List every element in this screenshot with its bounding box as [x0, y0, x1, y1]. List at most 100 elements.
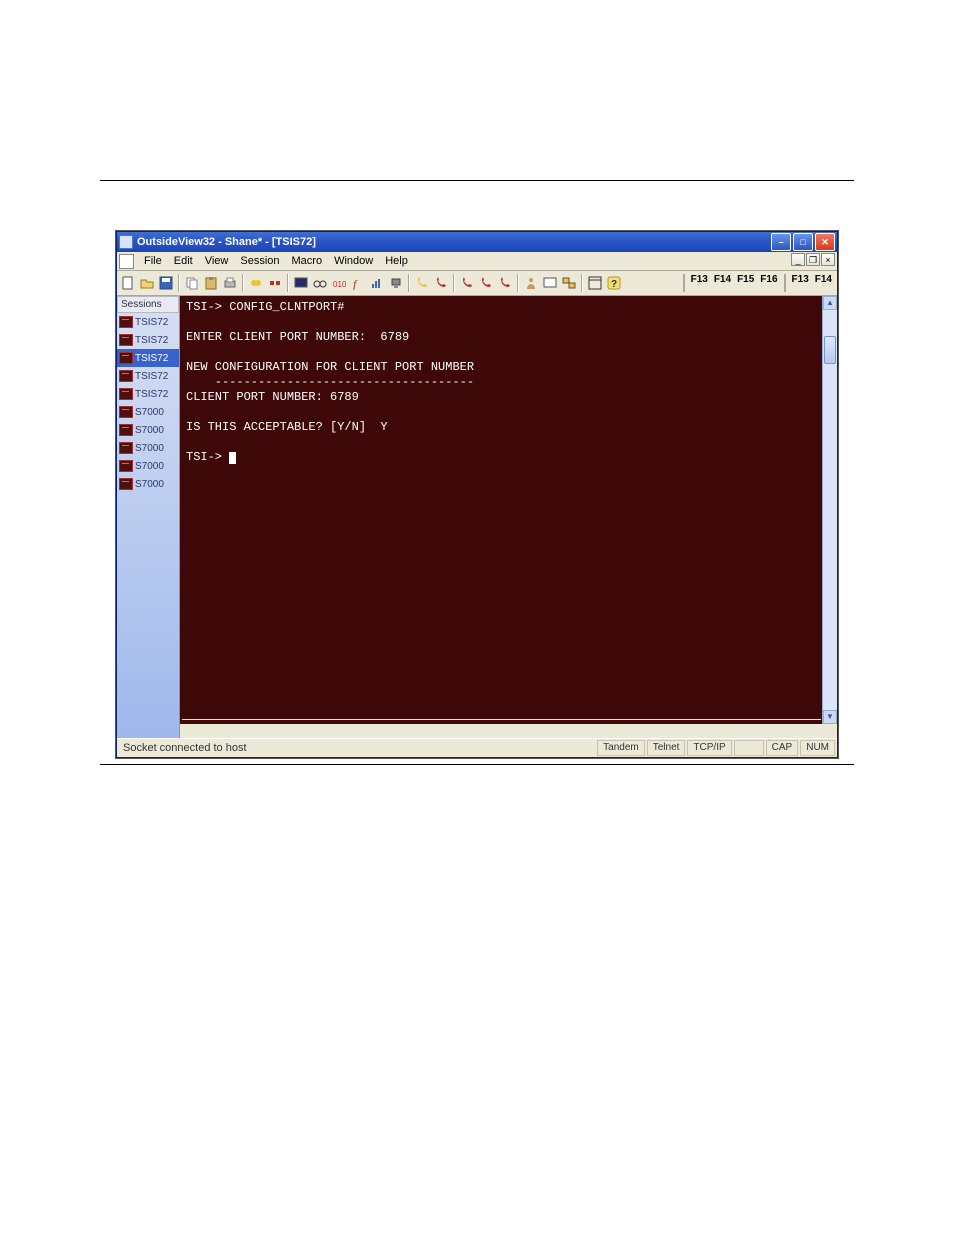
vertical-scrollbar[interactable]: ▲ ▼ [822, 296, 837, 724]
session-item[interactable]: S7000 [117, 439, 179, 457]
window-icon[interactable] [586, 274, 604, 292]
minimize-button[interactable]: – [771, 233, 791, 251]
new-icon[interactable] [119, 274, 137, 292]
status-empty [734, 740, 764, 756]
title-bar[interactable]: OutsideView32 - Shane* - [TSIS72] – □ ✕ [117, 232, 837, 252]
scroll-down-icon[interactable]: ▼ [823, 710, 837, 724]
status-num: NUM [800, 740, 835, 756]
menu-view[interactable]: View [199, 254, 235, 268]
menu-session[interactable]: Session [234, 254, 285, 268]
bottom-separator [100, 764, 854, 765]
chart-icon[interactable] [368, 274, 386, 292]
connect-icon[interactable] [247, 274, 265, 292]
session-label: TSIS72 [135, 389, 168, 400]
menu-edit[interactable]: Edit [168, 254, 199, 268]
open-icon[interactable] [138, 274, 156, 292]
mdi-restore-button[interactable]: ❐ [806, 253, 820, 266]
menu-bar: File Edit View Session Macro Window Help… [117, 252, 837, 271]
session-item[interactable]: S7000 [117, 403, 179, 421]
close-button[interactable]: ✕ [815, 233, 835, 251]
phone4-icon[interactable] [477, 274, 495, 292]
terminal-cursor [229, 452, 236, 464]
save-icon[interactable] [157, 274, 175, 292]
terminal-session-icon [119, 478, 133, 490]
app-icon [119, 235, 133, 249]
svg-text:010: 010 [333, 280, 346, 289]
session-label: TSIS72 [135, 335, 168, 346]
menu-file[interactable]: File [138, 254, 168, 268]
session-label: S7000 [135, 425, 164, 436]
scroll-corner [823, 724, 837, 738]
client-area: Sessions TSIS72 TSIS72 TSIS72 TSIS72 TSIS72 S… [117, 296, 837, 738]
menu-window[interactable]: Window [328, 254, 379, 268]
terminal-icon[interactable] [292, 274, 310, 292]
session-label: S7000 [135, 461, 164, 472]
f13b-key[interactable]: F13 [789, 274, 812, 292]
sessions-panel: Sessions TSIS72 TSIS72 TSIS72 TSIS72 TSIS72 S… [117, 296, 180, 738]
terminal-session-icon [119, 388, 133, 400]
network-icon[interactable] [387, 274, 405, 292]
print-icon[interactable] [221, 274, 239, 292]
session-item[interactable]: TSIS72 [117, 385, 179, 403]
terminal-session-icon [119, 352, 133, 364]
session-item[interactable]: TSIS72 [117, 313, 179, 331]
binary-icon[interactable]: 010 [330, 274, 348, 292]
horizontal-scrollbar[interactable] [180, 724, 823, 738]
session-item[interactable]: S7000 [117, 475, 179, 493]
session-item[interactable]: S7000 [117, 421, 179, 439]
phone5-icon[interactable] [496, 274, 514, 292]
person-icon[interactable] [522, 274, 540, 292]
maximize-button[interactable]: □ [793, 233, 813, 251]
terminal-session-icon [119, 424, 133, 436]
terminal[interactable]: TSI-> CONFIG_CLNTPORT# ENTER CLIENT PORT… [180, 296, 823, 724]
function-icon[interactable]: f [349, 274, 367, 292]
session-label: TSIS72 [135, 353, 168, 364]
terminal-session-icon [119, 316, 133, 328]
f14b-key[interactable]: F14 [812, 274, 835, 292]
status-telnet: Telnet [647, 740, 686, 756]
session-label: TSIS72 [135, 371, 168, 382]
app-window: OutsideView32 - Shane* - [TSIS72] – □ ✕ … [116, 231, 838, 758]
transfer-icon[interactable] [560, 274, 578, 292]
status-cap: CAP [766, 740, 799, 756]
paste-icon[interactable] [202, 274, 220, 292]
status-tcpip: TCP/IP [687, 740, 731, 756]
f14-key[interactable]: F14 [711, 274, 734, 292]
terminal-session-icon [119, 442, 133, 454]
sessions-header[interactable]: Sessions [117, 296, 179, 313]
terminal-session-icon [119, 334, 133, 346]
terminal-divider [182, 719, 821, 720]
status-bar: Socket connected to host Tandem Telnet T… [117, 738, 837, 757]
fkey-group: F13 F14 F15 F16 F13 F14 [680, 274, 835, 292]
menu-help[interactable]: Help [379, 254, 414, 268]
disconnect-icon[interactable] [266, 274, 284, 292]
copy-icon[interactable] [183, 274, 201, 292]
session-label: S7000 [135, 479, 164, 490]
svg-text:?: ? [611, 279, 617, 290]
mdi-minimize-button[interactable]: _ [791, 253, 805, 266]
session-item[interactable]: TSIS72 [117, 367, 179, 385]
phone1-icon[interactable] [413, 274, 431, 292]
mdi-close-button[interactable]: × [821, 253, 835, 266]
f13-key[interactable]: F13 [688, 274, 711, 292]
phone2-icon[interactable] [432, 274, 450, 292]
top-separator [100, 180, 854, 181]
session-label: S7000 [135, 443, 164, 454]
status-tandem: Tandem [597, 740, 645, 756]
session-item[interactable]: S7000 [117, 457, 179, 475]
f15-key[interactable]: F15 [734, 274, 757, 292]
session-item[interactable]: TSIS72 [117, 331, 179, 349]
session-label: S7000 [135, 407, 164, 418]
screen-icon[interactable] [541, 274, 559, 292]
toolbar: 010 f ? F13 F14 F15 F16 [117, 271, 837, 296]
help-icon[interactable]: ? [605, 274, 623, 292]
scroll-thumb[interactable] [824, 336, 836, 364]
document-icon[interactable] [119, 254, 134, 269]
menu-macro[interactable]: Macro [286, 254, 329, 268]
terminal-session-icon [119, 370, 133, 382]
glasses-icon[interactable] [311, 274, 329, 292]
session-item[interactable]: TSIS72 [117, 349, 179, 367]
scroll-up-icon[interactable]: ▲ [823, 296, 837, 310]
f16-key[interactable]: F16 [757, 274, 780, 292]
phone3-icon[interactable] [458, 274, 476, 292]
